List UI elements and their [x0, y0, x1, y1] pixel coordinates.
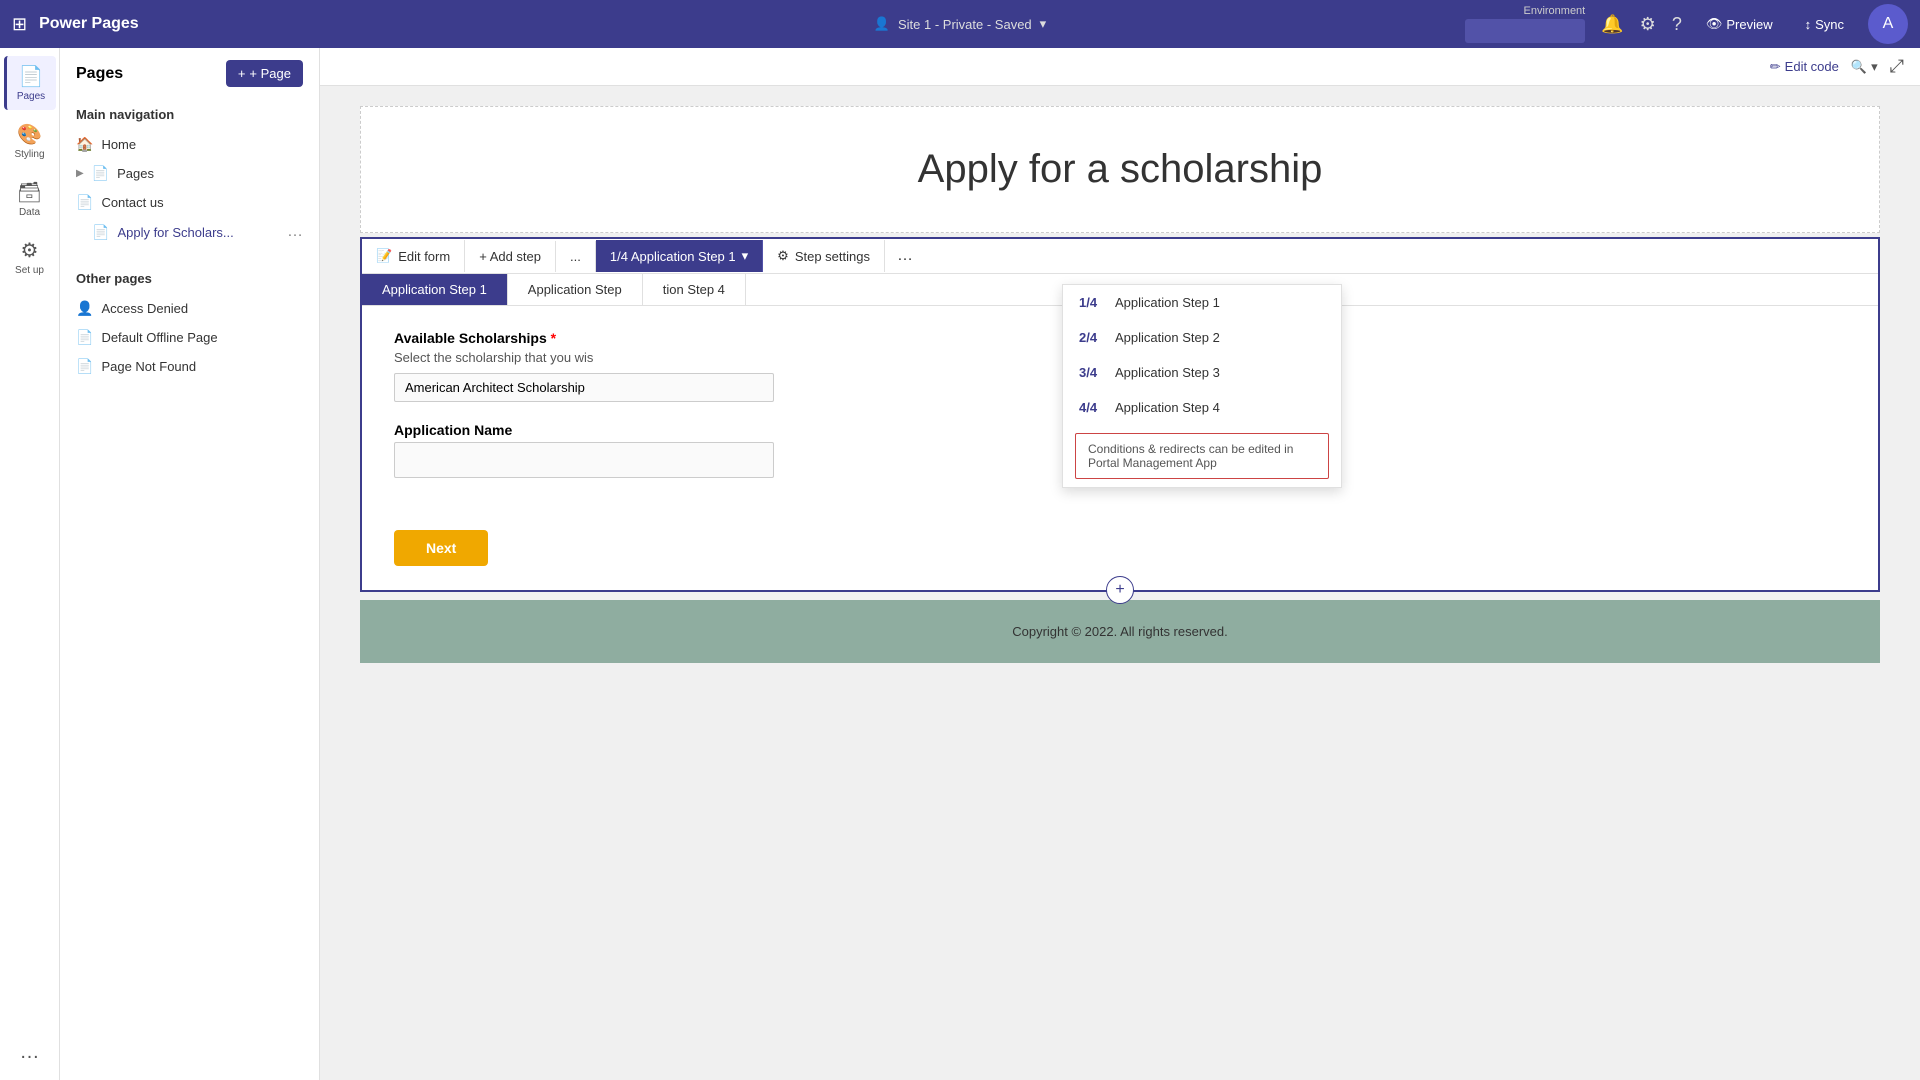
- sidebar-item-styling[interactable]: 🎨 Styling: [4, 114, 56, 168]
- edit-form-button[interactable]: 📝 Edit form: [362, 240, 465, 272]
- environment-section: Environment: [1465, 5, 1585, 43]
- icon-sidebar: 📄 Pages 🎨 Styling 🗃 Data ⚙ Set up …: [0, 48, 60, 1080]
- form-section: 📝 Edit form + Add step ... 1/4 Applicati…: [360, 237, 1880, 592]
- dropdown-step-4[interactable]: 4/4 Application Step 4: [1063, 390, 1341, 425]
- dropdown-step-1[interactable]: 1/4 Application Step 1: [1063, 285, 1341, 320]
- nav-item-pages[interactable]: ▶ 📄 Pages: [60, 159, 319, 188]
- page-icon: 📄: [92, 165, 109, 182]
- nav-item-contact[interactable]: 📄 Contact us: [60, 188, 319, 217]
- sync-icon: ↕: [1805, 17, 1812, 32]
- pages-panel: Pages + + Page Main navigation 🏠 Home ▶ …: [60, 48, 320, 1080]
- notifications-icon[interactable]: 🔔: [1601, 14, 1623, 35]
- site-chevron[interactable]: ▾: [1040, 16, 1047, 32]
- sidebar-item-data[interactable]: 🗃 Data: [4, 172, 56, 226]
- site-info: 👤 Site 1 - Private - Saved ▾: [874, 16, 1046, 32]
- page-canvas: Apply for a scholarship 📝 Edit form + Ad…: [320, 86, 1920, 683]
- application-name-input[interactable]: [394, 442, 774, 478]
- grid-icon[interactable]: ⊞: [12, 14, 27, 35]
- other-pages-header: Other pages: [60, 263, 319, 294]
- main-layout: 📄 Pages 🎨 Styling 🗃 Data ⚙ Set up … Page…: [0, 48, 1920, 1080]
- form-more-button[interactable]: ...: [556, 241, 596, 272]
- nav-item-offline[interactable]: 📄 Default Offline Page: [60, 323, 319, 352]
- dropdown-step-2[interactable]: 2/4 Application Step 2: [1063, 320, 1341, 355]
- pages-panel-title: Pages: [76, 65, 123, 83]
- content-topbar: ✏ Edit code 🔍 ▾ ⤢: [320, 48, 1920, 86]
- zoom-control[interactable]: 🔍 ▾: [1851, 59, 1878, 75]
- available-scholarships-input[interactable]: [394, 373, 774, 402]
- data-icon: 🗃: [17, 180, 42, 205]
- step-settings-button[interactable]: ⚙ Step settings: [763, 240, 885, 272]
- expand-icon[interactable]: ⤢: [1890, 56, 1904, 77]
- pages-icon: 📄: [19, 64, 44, 89]
- sync-button[interactable]: ↕ Sync: [1797, 13, 1852, 36]
- required-indicator: *: [551, 330, 556, 346]
- edit-code-icon: ✏: [1770, 59, 1781, 75]
- help-icon[interactable]: ?: [1672, 14, 1682, 35]
- step-dropdown-panel: 1/4 Application Step 1 2/4 Application S…: [1062, 284, 1342, 488]
- nav-item-apply[interactable]: 📄 Apply for Scholars... …: [60, 217, 319, 247]
- zoom-icon: 🔍: [1851, 59, 1867, 75]
- styling-icon: 🎨: [17, 122, 42, 147]
- dropdown-step-3[interactable]: 3/4 Application Step 3: [1063, 355, 1341, 390]
- apply-icon: 📄: [92, 224, 109, 241]
- apply-more-button[interactable]: …: [287, 223, 303, 241]
- chevron-icon: ▶: [76, 168, 84, 179]
- nav-item-not-found[interactable]: 📄 Page Not Found: [60, 352, 319, 381]
- top-navigation: ⊞ Power Pages 👤 Site 1 - Private - Saved…: [0, 0, 1920, 48]
- sidebar-more[interactable]: …: [20, 1041, 40, 1064]
- zoom-chevron: ▾: [1871, 59, 1878, 75]
- page-footer: Copyright © 2022. All rights reserved.: [360, 600, 1880, 663]
- top-nav-right: Environment 🔔 ⚙ ? 👁 Preview ↕ Sync A: [1465, 4, 1908, 44]
- contact-icon: 📄: [76, 194, 93, 211]
- dropdown-notice: Conditions & redirects can be edited in …: [1075, 433, 1329, 479]
- content-area: ✏ Edit code 🔍 ▾ ⤢ Apply for a scholarshi…: [320, 48, 1920, 1080]
- form-toolbar: 📝 Edit form + Add step ... 1/4 Applicati…: [362, 239, 1878, 274]
- add-step-button[interactable]: + Add step: [465, 241, 556, 272]
- step-tab-2[interactable]: Application Step: [508, 274, 643, 305]
- home-icon: 🏠: [76, 136, 93, 153]
- other-pages-section: Other pages 👤 Access Denied 📄 Default Of…: [60, 263, 319, 381]
- main-navigation-header: Main navigation: [60, 99, 319, 130]
- step-tab-4[interactable]: tion Step 4: [643, 274, 746, 305]
- access-denied-icon: 👤: [76, 300, 93, 317]
- preview-button[interactable]: 👁 Preview: [1698, 12, 1781, 36]
- add-page-button[interactable]: + + Page: [226, 60, 303, 87]
- dropdown-chevron-icon: ▾: [742, 248, 749, 264]
- app-title: Power Pages: [39, 15, 139, 33]
- next-button[interactable]: Next: [394, 530, 488, 566]
- not-found-icon: 📄: [76, 358, 93, 375]
- environment-selector[interactable]: [1465, 19, 1585, 43]
- site-info-label: Site 1 - Private - Saved: [898, 17, 1032, 32]
- edit-code-button[interactable]: ✏ Edit code: [1770, 59, 1839, 75]
- step-tab-1[interactable]: Application Step 1: [362, 274, 508, 305]
- pages-panel-header: Pages + + Page: [60, 60, 319, 99]
- avatar[interactable]: A: [1868, 4, 1908, 44]
- page-title-section: Apply for a scholarship: [360, 106, 1880, 233]
- settings-gear-icon: ⚙: [777, 248, 789, 264]
- edit-form-icon: 📝: [376, 248, 392, 264]
- step-dropdown-button[interactable]: 1/4 Application Step 1 ▾: [596, 240, 763, 272]
- nav-item-access-denied[interactable]: 👤 Access Denied: [60, 294, 319, 323]
- sidebar-item-pages[interactable]: 📄 Pages: [4, 56, 56, 110]
- preview-icon: 👁: [1706, 16, 1723, 32]
- step-more-button[interactable]: …: [885, 239, 925, 273]
- add-section-button[interactable]: +: [1106, 576, 1134, 604]
- site-icon: 👤: [874, 16, 890, 32]
- offline-icon: 📄: [76, 329, 93, 346]
- sidebar-item-setup[interactable]: ⚙ Set up: [4, 230, 56, 284]
- page-title: Apply for a scholarship: [381, 147, 1859, 192]
- settings-icon[interactable]: ⚙: [1640, 14, 1656, 35]
- setup-icon: ⚙: [21, 238, 39, 263]
- environment-label: Environment: [1523, 5, 1585, 17]
- add-icon: +: [238, 66, 246, 81]
- nav-item-home[interactable]: 🏠 Home: [60, 130, 319, 159]
